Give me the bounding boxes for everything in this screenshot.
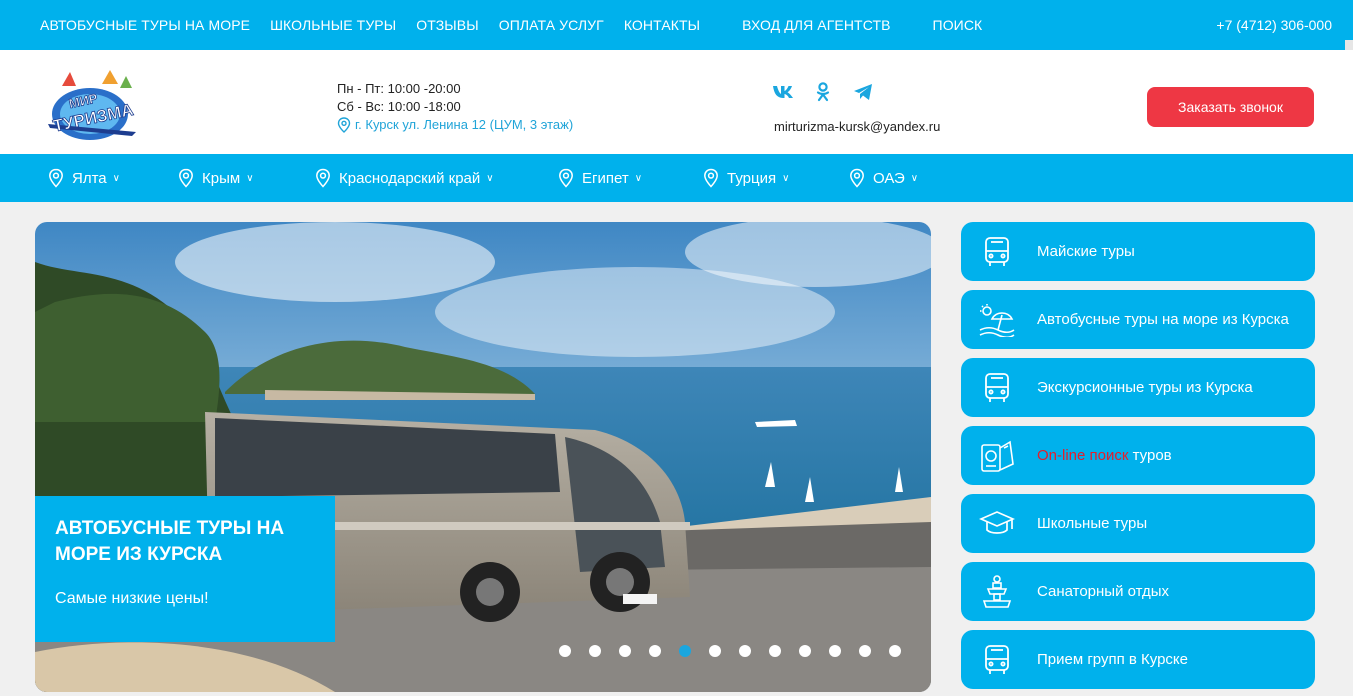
menu-label: Санаторный отдых — [1037, 583, 1170, 600]
bus-icon — [977, 369, 1017, 407]
hero-slider[interactable]: АВТОБУСНЫЕ ТУРЫ НА МОРЕ ИЗ КУРСКА Самые … — [35, 222, 931, 692]
chevron-down-icon: ∨ — [246, 172, 254, 184]
map-pin-icon — [179, 168, 193, 188]
dest-label: Крым — [202, 169, 241, 187]
dest-label: Ялта — [72, 169, 107, 187]
menu-label-rest: туров — [1128, 447, 1172, 464]
map-pin-icon — [337, 117, 351, 133]
bus-icon — [977, 233, 1017, 271]
address-text: г. Курск ул. Ленина 12 (ЦУМ, 3 этаж) — [355, 117, 574, 132]
dest-egypt[interactable]: Египет ∨ — [558, 154, 642, 202]
menu-bus-tours-sea[interactable]: Автобусные туры на море из Курска — [961, 290, 1315, 349]
nav-search[interactable]: ПОИСК — [933, 17, 983, 33]
map-pin-icon — [49, 168, 63, 188]
slide-caption: АВТОБУСНЫЕ ТУРЫ НА МОРЕ ИЗ КУРСКА Самые … — [35, 496, 335, 642]
dest-krasnodar[interactable]: Краснодарский край ∨ — [315, 154, 494, 202]
beach-umbrella-icon — [977, 301, 1017, 339]
slider-dot[interactable] — [769, 645, 781, 657]
slider-dot[interactable] — [709, 645, 721, 657]
nav-contacts[interactable]: КОНТАКТЫ — [624, 17, 700, 33]
slider-dot[interactable] — [799, 645, 811, 657]
logo[interactable]: МИР ТУРИЗМА — [40, 66, 140, 146]
telegram-icon[interactable] — [852, 82, 874, 102]
slider-dot[interactable] — [649, 645, 661, 657]
menu-label: Экскурсионные туры из Курска — [1037, 379, 1253, 396]
slide-title: АВТОБУСНЫЕ ТУРЫ НА МОРЕ ИЗ КУРСКА — [55, 518, 285, 565]
chevron-down-icon: ∨ — [112, 172, 120, 184]
slider-dot[interactable] — [559, 645, 571, 657]
slider-dot[interactable] — [589, 645, 601, 657]
dest-turkey[interactable]: Турция ∨ — [703, 154, 789, 202]
dest-yalta[interactable]: Ялта ∨ — [48, 154, 120, 202]
nav-bus-tours-sea[interactable]: АВТОБУСНЫЕ ТУРЫ НА МОРЕ — [40, 17, 250, 33]
menu-groups-kursk[interactable]: Прием групп в Курске — [961, 630, 1315, 689]
dest-label: Краснодарский край — [339, 169, 481, 187]
menu-school-tours[interactable]: Школьные туры — [961, 494, 1315, 553]
map-pin-icon — [850, 168, 864, 188]
menu-label: Автобусные туры на море из Курска — [1037, 311, 1289, 328]
nav-school-tours[interactable]: ШКОЛЬНЫЕ ТУРЫ — [270, 17, 396, 33]
menu-label: Школьные туры — [1037, 515, 1148, 532]
slider-dot-active[interactable] — [679, 645, 691, 657]
menu-excursion-tours[interactable]: Экскурсионные туры из Курска — [961, 358, 1315, 417]
top-navigation-bar: АВТОБУСНЫЕ ТУРЫ НА МОРЕ ШКОЛЬНЫЕ ТУРЫ ОТ… — [0, 0, 1353, 50]
dest-label: ОАЭ — [873, 169, 905, 187]
slider-dot[interactable] — [739, 645, 751, 657]
dest-crimea[interactable]: Крым ∨ — [178, 154, 254, 202]
fountain-icon — [977, 573, 1017, 611]
odnoklassniki-icon[interactable] — [812, 82, 834, 102]
graduation-cap-icon — [977, 505, 1017, 543]
menu-sanatorium[interactable]: Санаторный отдых — [961, 562, 1315, 621]
chevron-down-icon: ∨ — [486, 172, 494, 184]
phone-number[interactable]: +7 (4712) 306-000 — [1216, 0, 1332, 50]
destinations-bar: Ялта ∨ Крым ∨ Краснодарский край ∨ Египе… — [0, 154, 1353, 202]
chevron-down-icon: ∨ — [910, 172, 919, 184]
header: МИР ТУРИЗМА Пн - Пт: 10:00 -20:00 Сб - В… — [0, 50, 1353, 154]
vk-icon[interactable] — [772, 82, 794, 102]
chevron-down-icon: ∨ — [634, 172, 643, 184]
slider-dot[interactable] — [889, 645, 901, 657]
menu-online-search[interactable]: On-line поиск туров — [961, 426, 1315, 485]
slider-dots — [559, 645, 901, 657]
slider-dot[interactable] — [619, 645, 631, 657]
bus-icon — [977, 641, 1017, 679]
chevron-down-icon: ∨ — [782, 172, 790, 184]
menu-label-highlight: On-line поиск — [1037, 447, 1129, 464]
social-links — [772, 82, 874, 102]
email-link[interactable]: mirturizma-kursk@yandex.ru — [774, 119, 940, 134]
map-pin-icon — [316, 168, 330, 188]
slider-dot[interactable] — [829, 645, 841, 657]
order-call-button[interactable]: Заказать звонок — [1147, 87, 1314, 127]
map-pin-icon — [559, 168, 573, 188]
menu-label: Прием групп в Курске — [1037, 651, 1189, 668]
hours-weekend: Сб - Вс: 10:00 -18:00 — [337, 99, 461, 114]
top-nav: АВТОБУСНЫЕ ТУРЫ НА МОРЕ ШКОЛЬНЫЕ ТУРЫ ОТ… — [40, 0, 1002, 50]
hours-weekday: Пн - Пт: 10:00 -20:00 — [337, 81, 461, 96]
map-pin-icon — [704, 168, 718, 188]
working-hours: Пн - Пт: 10:00 -20:00 Сб - Вс: 10:00 -18… — [337, 80, 573, 134]
nav-agency-login[interactable]: ВХОД ДЛЯ АГЕНТСТВ — [742, 17, 890, 33]
menu-may-tours[interactable]: Майские туры — [961, 222, 1315, 281]
nav-payment[interactable]: ОПЛАТА УСЛУГ — [499, 17, 604, 33]
slider-dot[interactable] — [859, 645, 871, 657]
menu-label: Майские туры — [1037, 243, 1135, 260]
dest-label: Египет — [582, 169, 629, 187]
passport-tickets-icon — [977, 437, 1017, 475]
nav-reviews[interactable]: ОТЗЫВЫ — [416, 17, 478, 33]
menu-label: On-line поиск туров — [1037, 447, 1172, 464]
slide-subtitle: Самые низкие цены! — [55, 590, 209, 607]
dest-uae[interactable]: ОАЭ ∨ — [849, 154, 918, 202]
dest-label: Турция — [727, 169, 777, 187]
address-link[interactable]: г. Курск ул. Ленина 12 (ЦУМ, 3 этаж) — [337, 116, 573, 134]
